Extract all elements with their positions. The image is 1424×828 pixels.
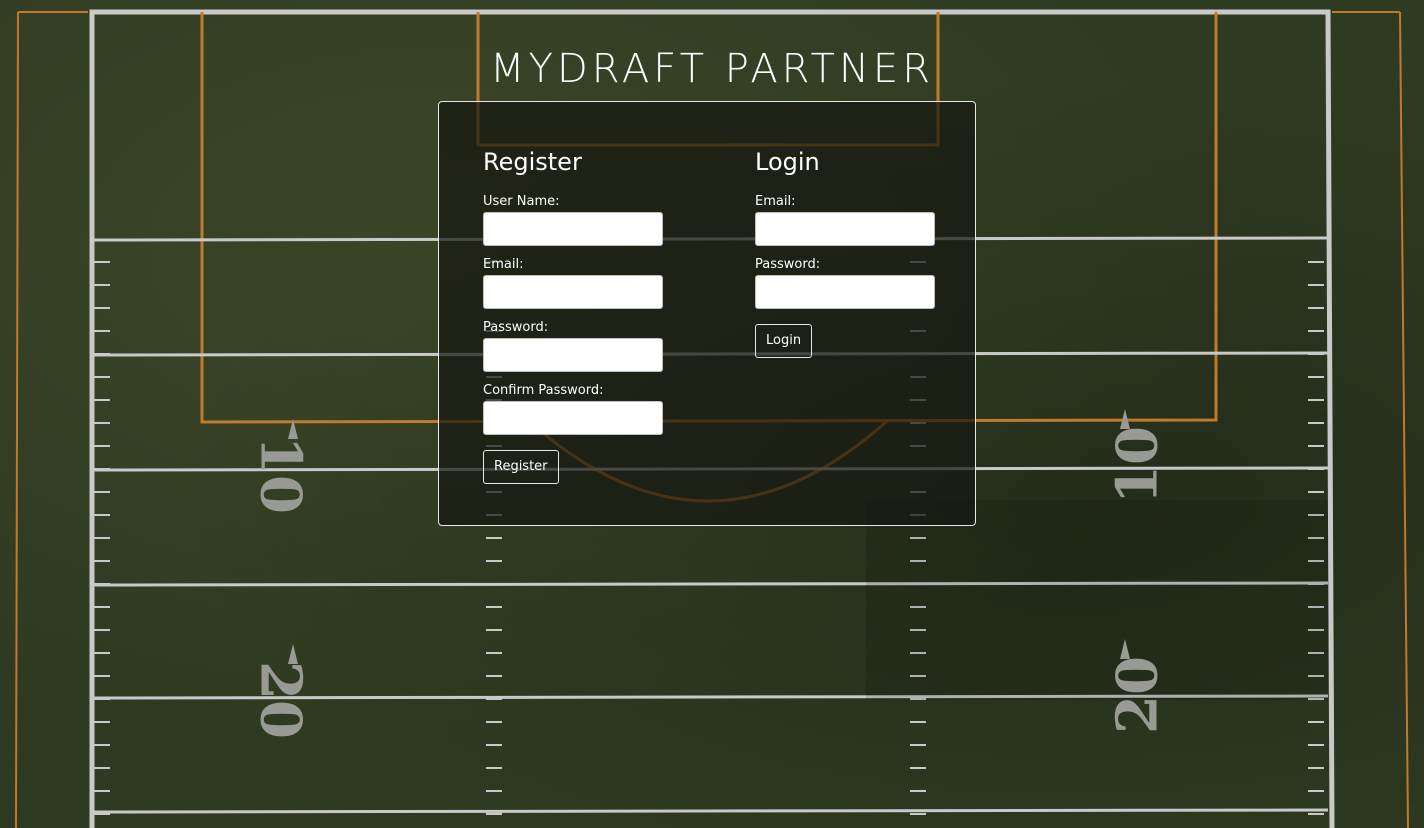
login-password-input[interactable]: [755, 275, 935, 309]
app-title: MYDRAFT PARTNER: [490, 46, 934, 92]
login-email-input[interactable]: [755, 212, 935, 246]
register-password-input[interactable]: [483, 338, 663, 372]
register-confirm-password-label: Confirm Password:: [483, 383, 604, 398]
login-button[interactable]: Login: [755, 324, 813, 358]
yard-number-20: 20: [247, 661, 313, 739]
login-password-label: Password:: [755, 257, 821, 272]
register-username-input[interactable]: [483, 212, 663, 246]
yard-number-10: 10: [1105, 426, 1171, 504]
register-email-label: Email:: [483, 257, 524, 272]
register-email-input[interactable]: [483, 275, 663, 309]
register-button[interactable]: Register: [483, 450, 559, 484]
boundary-line: [1399, 11, 1409, 828]
login-email-label: Email:: [755, 194, 796, 209]
field-shadow: [866, 500, 1328, 700]
auth-card: Register User Name: Email: Password: Con…: [438, 101, 976, 526]
direction-arrow-icon: [288, 644, 298, 664]
register-heading: Register: [483, 148, 582, 176]
login-heading: Login: [755, 148, 820, 176]
yard-number-20: 20: [1105, 656, 1171, 734]
register-username-label: User Name:: [483, 194, 560, 209]
register-confirm-password-input[interactable]: [483, 401, 663, 435]
login-form: Login Email: Password: Login: [755, 146, 955, 358]
yard-line: [91, 808, 1329, 814]
register-password-label: Password:: [483, 320, 549, 335]
register-form: Register User Name: Email: Password: Con…: [483, 146, 683, 484]
boundary-line: [15, 11, 19, 828]
yard-number-10: 10: [247, 436, 313, 514]
